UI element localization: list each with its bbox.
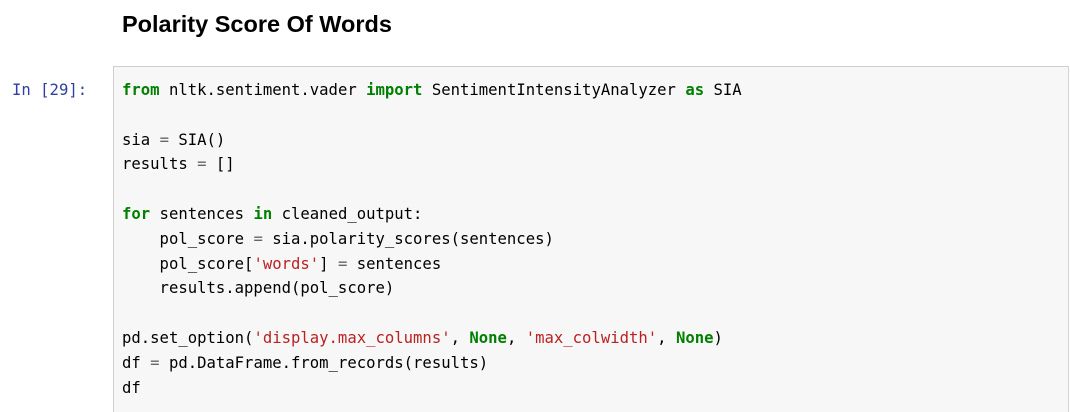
code-token-kw: for xyxy=(122,204,151,223)
code-token: sentences xyxy=(347,254,442,273)
code-token-kw: import xyxy=(366,81,423,99)
code-line: pol_score['words'] = sentences xyxy=(122,254,442,273)
code-token: nltk.sentiment.vader xyxy=(159,81,367,99)
code-token: , xyxy=(450,328,470,347)
code-token: , xyxy=(506,328,526,347)
code-token: sia xyxy=(122,130,160,149)
code-token: pol_score xyxy=(122,229,254,248)
code-token-kw: in xyxy=(253,204,273,223)
code-token: sentences xyxy=(150,204,254,223)
code-token: SIA xyxy=(704,81,742,99)
code-token: cleaned_output: xyxy=(272,204,423,223)
code-editor[interactable]: from nltk.sentiment.vader import Sentime… xyxy=(122,78,742,400)
code-token: df xyxy=(122,353,151,372)
code-token: pol_score[ xyxy=(122,254,254,273)
code-line: results.append(pol_score) xyxy=(122,279,395,298)
code-token-op: = xyxy=(197,155,207,174)
code-token: results xyxy=(122,155,198,174)
code-token: df xyxy=(122,378,141,397)
code-token-str: 'max_colwidth' xyxy=(525,328,658,347)
section-heading: Polarity Score Of Words xyxy=(122,11,392,37)
cell-prompt: In [29]: xyxy=(12,81,88,99)
code-token: pd.DataFrame.from_records(results) xyxy=(159,353,489,372)
code-line: df xyxy=(122,379,141,397)
code-line: df = pd.DataFrame.from_records(results) xyxy=(122,354,488,372)
code-line: for sentences in cleaned_output: xyxy=(122,205,422,223)
code-token: [] xyxy=(206,155,235,174)
code-line: from nltk.sentiment.vader import Sentime… xyxy=(122,81,742,99)
code-token-op: = xyxy=(253,229,263,248)
code-token: sia.polarity_scores(sentences) xyxy=(262,229,554,248)
code-token: pd.set_option( xyxy=(122,328,254,347)
code-token-op: = xyxy=(159,130,169,149)
code-token-str: 'display.max_columns' xyxy=(253,328,451,347)
code-line: sia = SIA() xyxy=(122,131,225,149)
code-cell[interactable]: from nltk.sentiment.vader import Sentime… xyxy=(113,66,1069,412)
code-token: ] xyxy=(319,254,338,273)
code-token: ) xyxy=(713,328,723,347)
code-token-op: = xyxy=(337,254,348,273)
code-token: , xyxy=(657,328,676,347)
code-token-kw: as xyxy=(685,81,705,99)
code-token-kw: from xyxy=(122,81,160,99)
code-token-kc: None xyxy=(675,328,714,347)
code-token-str: 'words' xyxy=(253,254,320,273)
code-line: pol_score = sia.polarity_scores(sentence… xyxy=(122,230,554,248)
code-token-op: = xyxy=(150,353,160,372)
code-line: results = [] xyxy=(122,155,235,173)
code-token-kc: None xyxy=(469,328,507,347)
code-token: SIA() xyxy=(168,130,226,149)
code-token: SentimentIntensityAnalyzer xyxy=(422,81,686,99)
code-token: results.append(pol_score) xyxy=(122,279,395,298)
code-line: pd.set_option('display.max_columns', Non… xyxy=(122,329,723,347)
